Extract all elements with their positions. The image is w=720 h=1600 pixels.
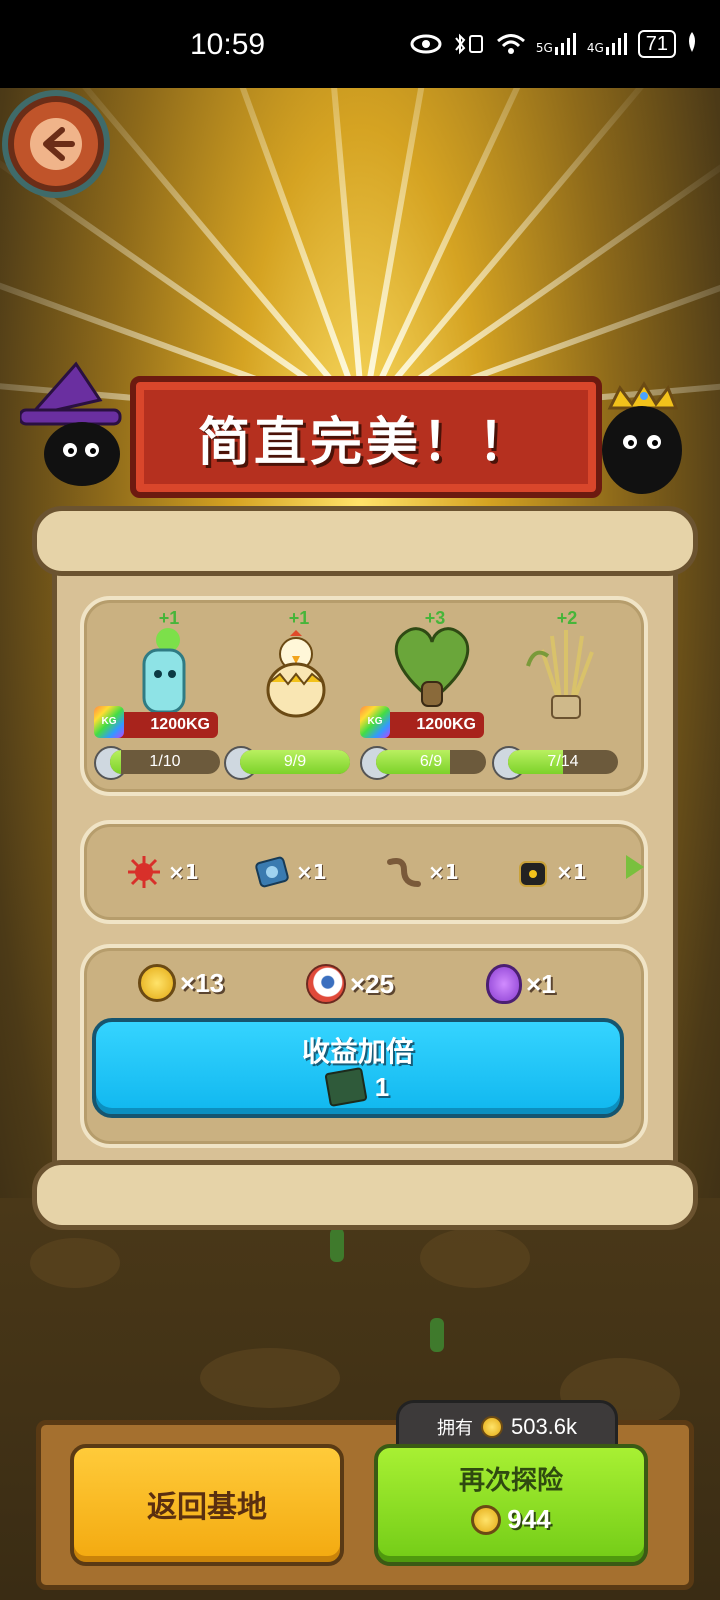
rock — [200, 1348, 340, 1408]
signal-4g-icon: 4G — [587, 33, 628, 55]
item-entry[interactable]: ×1 — [252, 854, 327, 890]
creature-progress: 1/10 — [110, 750, 220, 774]
rock — [30, 1238, 120, 1288]
progress-text: 9/9 — [283, 753, 307, 770]
king-bug-character — [590, 380, 700, 510]
scroll-top-roll — [32, 506, 698, 576]
weight-value: 1200KG — [416, 716, 476, 733]
wifi-icon — [496, 32, 526, 56]
item-entry[interactable]: ×1 — [512, 854, 587, 890]
bluetooth-vibrate-icon — [452, 32, 486, 56]
creature-progress: 9/9 — [240, 750, 350, 774]
result-banner: 简直完美！！ — [130, 376, 602, 498]
ticket-count: 1 — [374, 1071, 390, 1102]
item-entry[interactable]: ×1 — [124, 854, 199, 890]
network-label-4g: 4G — [586, 41, 604, 55]
heart-cactus-creature-icon — [394, 627, 470, 707]
banner-title: 简直完美！！ — [197, 413, 534, 473]
return-base-label: 返回基地 — [147, 1490, 267, 1525]
wheat-bundle-creature-icon — [526, 630, 594, 719]
item-count: ×1 — [428, 860, 459, 884]
leaf-icon — [686, 32, 698, 56]
explore-again-cost: 944 — [378, 1504, 644, 1535]
item-count: ×1 — [296, 860, 327, 884]
double-rewards-label: 收益加倍 — [301, 1035, 414, 1068]
coin-icon — [480, 1416, 503, 1438]
status-icons: 5G 4G 71 — [410, 30, 698, 58]
creature-progress: 6/9 — [376, 750, 486, 774]
witch-bug-character — [18, 360, 130, 490]
eyeball-icon — [306, 964, 346, 1004]
more-items-arrow-icon[interactable] — [626, 855, 644, 879]
kg-icon: KG — [94, 706, 124, 738]
battery-icon: 71 — [637, 30, 676, 58]
light-ray — [360, 88, 661, 420]
owned-value: 503.6k — [510, 1414, 578, 1439]
status-bar: 10:59 5G 4G 71 — [0, 0, 720, 88]
reward-count: ×25 — [350, 968, 395, 999]
red-spiky-icon — [128, 856, 160, 888]
progress-text: 7/14 — [547, 753, 579, 770]
owned-label: 拥有 — [436, 1418, 473, 1439]
explore-cost-value: 944 — [507, 1504, 551, 1534]
back-button[interactable] — [8, 96, 104, 192]
creature-progress: 7/14 — [508, 750, 618, 774]
cactus — [330, 1228, 344, 1262]
creature-card[interactable]: +2 7/14 — [492, 604, 632, 794]
progress-text: 1/10 — [149, 753, 181, 770]
cactus — [430, 1318, 444, 1352]
weight-badge: KG 1200KG — [94, 706, 218, 738]
creature-card[interactable]: +1 9/9 — [224, 604, 364, 794]
reward-entry: ×25 — [306, 964, 394, 1004]
explore-again-label: 再次探险 — [458, 1466, 563, 1496]
status-time: 10:59 — [190, 28, 266, 61]
network-label-5g: 5G — [535, 41, 553, 55]
item-entry[interactable]: ×1 — [384, 854, 459, 890]
return-base-button[interactable]: 返回基地 — [70, 1444, 344, 1566]
potion-icon — [486, 964, 522, 1004]
coin-icon — [138, 964, 176, 1002]
weight-badge: KG 1200KG — [360, 706, 484, 738]
reward-entry: ×13 — [138, 964, 224, 1002]
reward-count: ×1 — [526, 968, 556, 999]
explore-again-button[interactable]: 再次探险 944 — [374, 1444, 648, 1566]
creature-card[interactable]: +1 KG 1200KG 1/10 — [94, 604, 234, 794]
kg-icon: KG — [360, 706, 390, 738]
item-count: ×1 — [556, 860, 587, 884]
creature-plus: +1 — [288, 608, 310, 628]
black-bag-icon — [519, 861, 547, 887]
coin-icon — [471, 1504, 502, 1535]
signal-5g-icon: 5G — [536, 33, 577, 55]
cactus-ghost-creature-icon — [142, 628, 186, 714]
scroll-bottom-roll — [32, 1160, 698, 1230]
creature-panel: +1 KG 1200KG 1/10 +1 9/9 +3 KG 1200KG 6/… — [80, 596, 648, 796]
item-count: ×1 — [168, 860, 199, 884]
progress-text: 6/9 — [419, 753, 443, 770]
back-arrow-icon — [30, 118, 82, 170]
rock — [420, 1228, 530, 1288]
double-rewards-button[interactable]: 收益加倍 1 — [92, 1018, 624, 1118]
creature-card[interactable]: +3 KG 1200KG 6/9 — [360, 604, 500, 794]
reward-entry: ×1 — [486, 964, 556, 1004]
blue-gear-icon — [255, 856, 289, 888]
eye-icon — [410, 32, 442, 56]
double-rewards-cost: 1 — [96, 1066, 620, 1108]
chick-egg-creature-icon — [266, 630, 326, 718]
item-panel: ×1 ×1 ×1 ×1 — [80, 820, 648, 924]
reward-count: ×13 — [180, 967, 225, 998]
weight-value: 1200KG — [150, 716, 210, 733]
worm-icon — [387, 858, 421, 887]
ticket-icon — [324, 1066, 368, 1108]
